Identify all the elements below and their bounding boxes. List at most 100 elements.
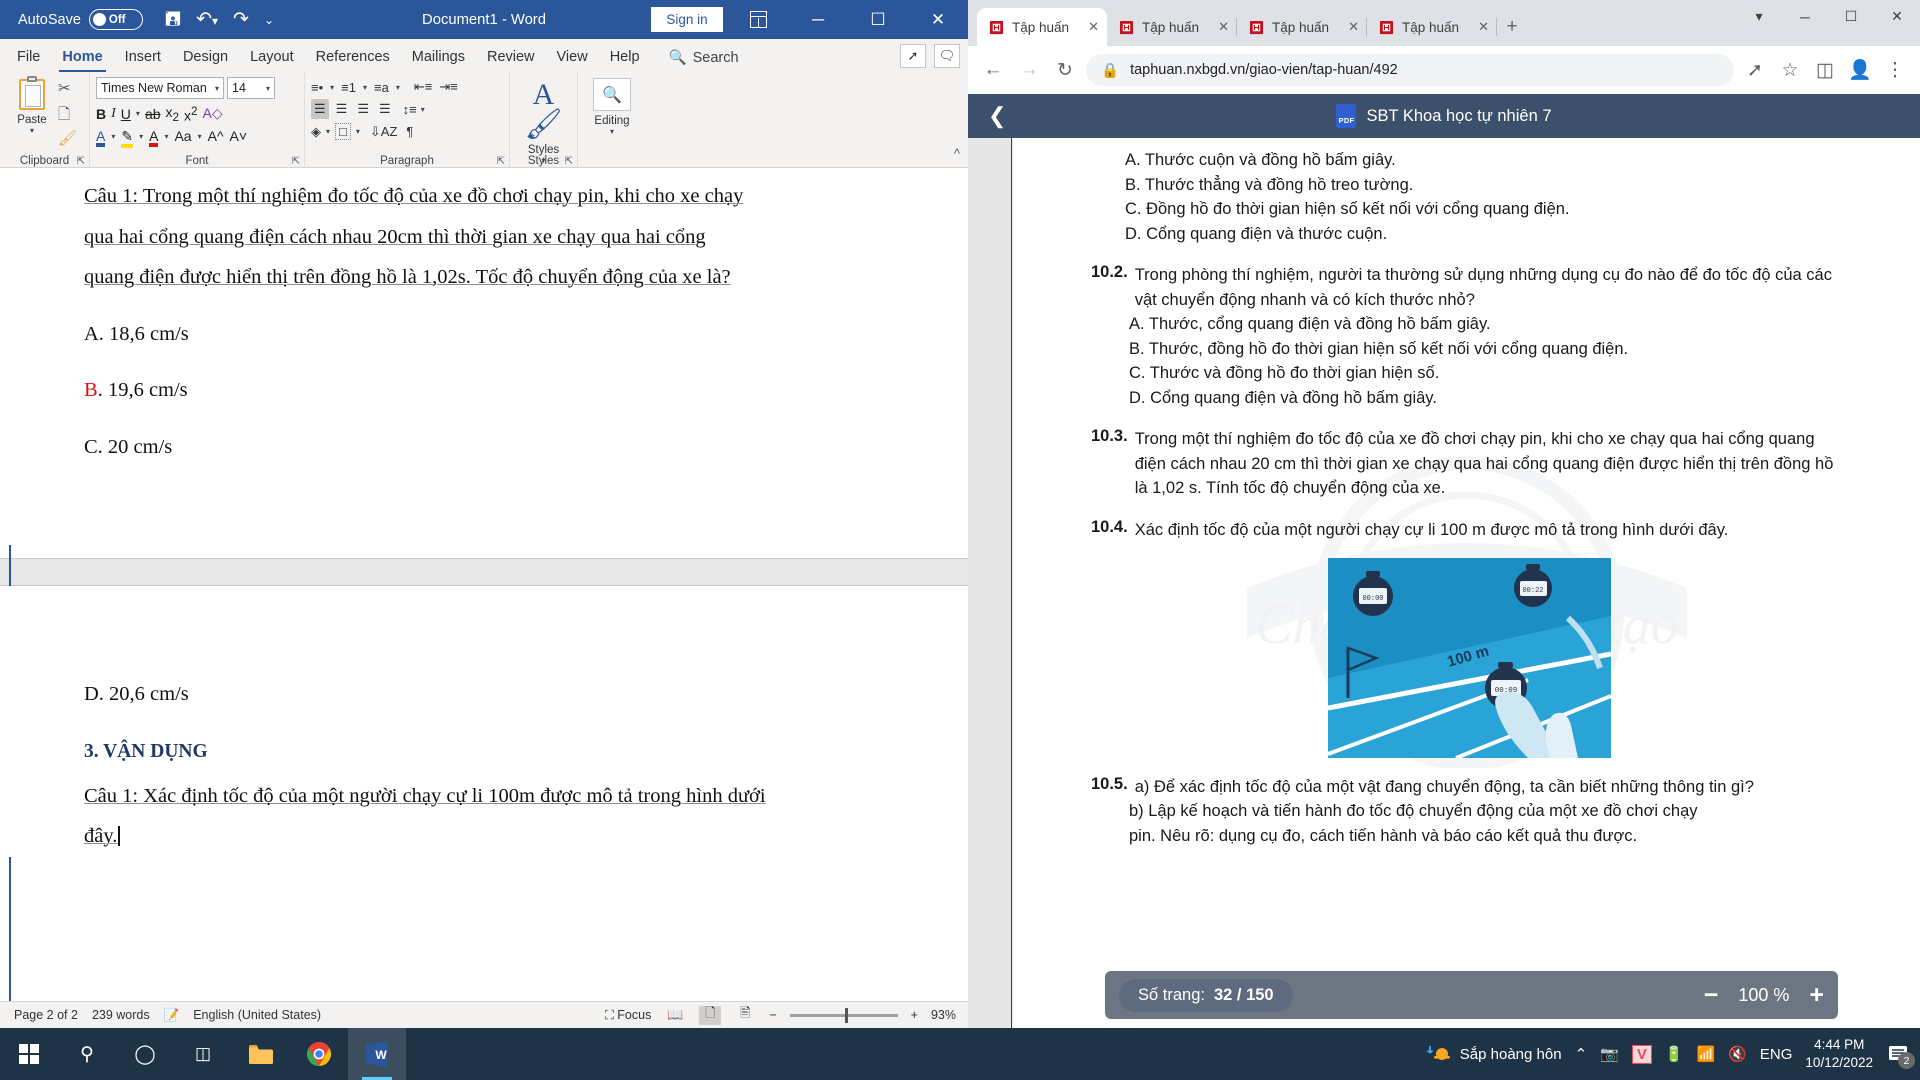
cut-icon[interactable]: ✂ [58,79,77,99]
strikethrough-button[interactable]: ab [145,106,161,122]
line-spacing-icon[interactable]: ↕≡ [403,102,417,117]
volume-muted-icon[interactable]: 🔇 [1728,1045,1747,1063]
back-arrow-icon[interactable]: ← [978,55,1008,85]
autosave-toggle[interactable]: AutoSave Off [18,9,143,30]
share-icon[interactable]: ➚ [900,44,926,68]
zoom-slider[interactable] [789,1007,898,1023]
line-spacing-chevron-icon[interactable]: ▾ [421,105,425,114]
redo-icon[interactable]: ↷ [233,10,249,29]
three-dot-menu-icon[interactable]: ⋮ [1880,55,1910,85]
task-view-icon[interactable]: ◫ [174,1028,232,1080]
tab-design[interactable]: Design [172,45,239,72]
notification-center-icon[interactable]: 2 [1886,1042,1915,1069]
shading-icon[interactable]: ◈ [311,124,321,140]
align-center-button[interactable]: ☰ [333,99,351,119]
sort-icon[interactable]: ⇩AZ [370,124,398,140]
bullets-chevron-icon[interactable]: ▾ [330,83,334,92]
bold-button[interactable]: B [96,106,106,122]
show-formatting-marks-icon[interactable]: ¶ [406,124,413,139]
close-tab-icon[interactable]: ✕ [1088,19,1099,35]
font-color-chevron-icon[interactable]: ▾ [164,132,168,141]
chrome-maximize-button[interactable]: ☐ [1828,0,1874,33]
wifi-icon[interactable]: 📶 [1697,1045,1716,1063]
antivirus-icon[interactable]: V [1631,1044,1652,1064]
change-case-chevron-icon[interactable]: ▾ [198,132,202,141]
tab-references[interactable]: References [305,45,401,72]
styles-dialog-launcher[interactable]: ⇱ [565,156,573,167]
borders-icon[interactable]: □ [335,123,351,140]
clock[interactable]: 4:44 PM 10/12/2022 [1805,1036,1873,1072]
bullets-icon[interactable]: ≡• [311,80,323,95]
reload-icon[interactable]: ↻ [1050,55,1080,85]
decrease-indent-icon[interactable]: ⇤≡ [414,79,432,95]
document-canvas[interactable]: Câu 1: Trong một thí nghiệm đo tốc độ củ… [0,168,968,1001]
customize-quick-access-icon[interactable]: ⌄ [264,14,274,26]
tab-file[interactable]: File [6,45,51,72]
chrome-minimize-button[interactable]: ─ [1782,0,1828,33]
web-layout-icon[interactable]: 🖹 [734,1005,756,1025]
chrome-close-button[interactable]: ✕ [1874,0,1920,33]
side-panel-icon[interactable]: ◫ [1810,55,1840,85]
copy-icon[interactable]: 🗋 [58,104,77,124]
numbering-chevron-icon[interactable]: ▾ [363,83,367,92]
multilevel-list-icon[interactable]: ≡a [374,80,389,95]
pdf-zoom-in-button[interactable]: + [1809,982,1824,1008]
italic-button[interactable]: I [111,106,116,122]
read-mode-icon[interactable]: 📖 [664,1006,686,1025]
maximize-button[interactable]: ☐ [848,0,908,39]
tab-review[interactable]: Review [476,45,546,72]
pdf-body[interactable]: Chân trời sáng tạo A. Thước cuộn và đồng… [968,138,1920,1028]
grow-font-icon[interactable]: A^ [208,128,224,144]
zoom-in-button[interactable]: + [911,1008,918,1022]
print-layout-icon[interactable]: 🗋 [699,1005,722,1025]
chrome-icon[interactable] [290,1028,348,1080]
chevron-left-icon[interactable]: ❮ [988,105,1006,127]
browser-tab[interactable]: Tập huấn ✕ [1237,8,1367,46]
cortana-icon[interactable]: ◯ [116,1028,174,1080]
text-effects-icon[interactable]: A [96,128,106,148]
zoom-out-button[interactable]: − [769,1008,776,1022]
tab-help[interactable]: Help [599,45,651,72]
profile-avatar-icon[interactable]: 👤 [1845,55,1875,85]
shrink-font-icon[interactable]: A˅ [230,128,248,144]
align-left-button[interactable]: ☰ [311,99,329,119]
editing-group[interactable]: 🔍 Editing ▾ [578,72,646,168]
minimize-button[interactable]: ─ [788,0,848,39]
font-dialog-launcher[interactable]: ⇱ [292,156,300,167]
highlight-icon[interactable]: ✎ [121,128,134,148]
underline-button[interactable]: U [121,106,131,122]
superscript-button[interactable]: x2 [184,105,197,124]
address-bar[interactable]: 🔒 taphuan.nxbgd.vn/giao-vien/tap-huan/49… [1086,54,1734,86]
search-icon[interactable]: ⚲ [58,1028,116,1080]
close-tab-icon[interactable]: ✕ [1218,19,1229,35]
increase-indent-icon[interactable]: ⇥≡ [439,79,457,95]
tray-expand-icon[interactable]: ⌃ [1575,1045,1588,1063]
numbering-icon[interactable]: ≡1 [341,80,356,95]
forward-arrow-icon[interactable]: → [1014,55,1044,85]
zoom-slider-knob[interactable] [844,1007,848,1023]
tab-home[interactable]: Home [51,45,113,72]
format-painter-icon[interactable]: 🖌 [58,129,77,149]
close-tab-icon[interactable]: ✕ [1478,19,1489,35]
close-tab-icon[interactable]: ✕ [1348,19,1359,35]
highlight-chevron-icon[interactable]: ▾ [139,132,143,141]
justify-button[interactable]: ☰ [376,99,394,119]
word-icon[interactable]: W [348,1028,406,1080]
clear-formatting-icon[interactable]: A◇ [202,105,222,122]
star-icon[interactable]: ☆ [1775,55,1805,85]
language-indicator[interactable]: ENG [1760,1046,1793,1063]
browser-tab[interactable]: Tập huấn ✕ [1107,8,1237,46]
battery-charging-icon[interactable]: 🔋 [1665,1045,1684,1063]
tab-layout[interactable]: Layout [239,45,305,72]
focus-button[interactable]: ⛶ Focus [605,1008,651,1023]
tab-view[interactable]: View [546,45,599,72]
font-name-input[interactable]: Times New Roman ▾ [96,77,224,99]
close-button[interactable]: ✕ [908,0,968,39]
change-case-icon[interactable]: Aa [174,128,191,144]
word-count[interactable]: 239 words [92,1008,150,1022]
paragraph-dialog-launcher[interactable]: ⇱ [497,156,505,167]
search-input[interactable]: 🔍 Search [669,49,739,72]
underline-chevron-icon[interactable]: ▾ [136,109,140,118]
autosave-switch[interactable]: Off [88,9,143,30]
weather-widget[interactable]: Sắp hoàng hôn [1426,1042,1562,1066]
